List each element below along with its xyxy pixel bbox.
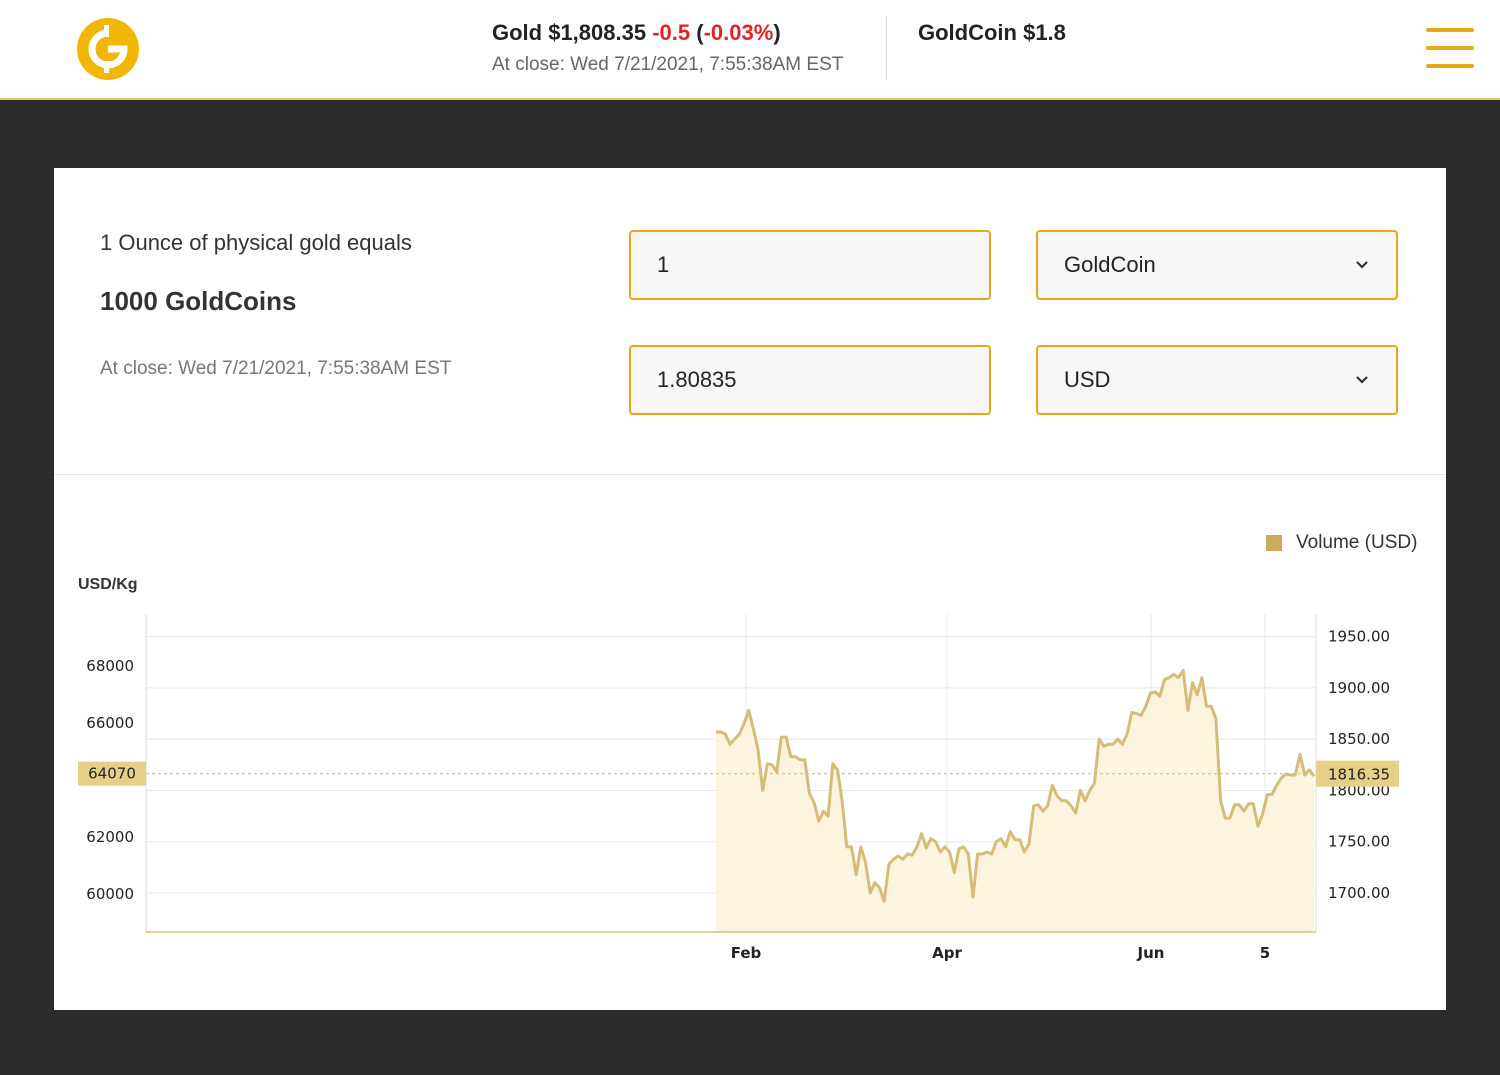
gold-change: -0.5: [652, 20, 691, 45]
gold-price: Gold $1,808.35: [492, 20, 647, 45]
legend-label: Volume (USD): [1296, 532, 1418, 553]
x-tick-label: Feb: [731, 944, 762, 962]
chevron-down-icon: [1356, 376, 1368, 384]
right-tick-label: 1950.00: [1328, 628, 1390, 646]
right-tick-label: 1700.00: [1328, 884, 1390, 902]
top-bar: Gold $1,808.35 -0.5 (-0.03%) At close: W…: [0, 0, 1500, 100]
chevron-down-icon: [1356, 261, 1368, 269]
converter-close-time: At close: Wed 7/21/2021, 7:55:38AM EST: [100, 358, 452, 379]
converter-value: 1000 GoldCoins: [100, 286, 297, 316]
currency-select-bottom[interactable]: USD: [1036, 345, 1398, 415]
header-divider: [886, 16, 887, 80]
x-tick-label: Apr: [932, 944, 962, 962]
right-tick-label: 1750.00: [1328, 833, 1390, 851]
amount-input-bottom[interactable]: 1.80835: [629, 345, 991, 415]
x-tick-label: 5: [1260, 944, 1270, 962]
currency-select-top-value: GoldCoin: [1064, 252, 1156, 277]
amount-input-top[interactable]: 1: [629, 230, 991, 300]
goldcoin-price: GoldCoin $1.8: [918, 20, 1066, 45]
hamburger-menu-icon[interactable]: [1426, 28, 1476, 70]
left-tick-label: 62000: [86, 828, 134, 846]
gold-ticker: Gold $1,808.35 -0.5 (-0.03%) At close: W…: [492, 20, 843, 76]
left-tick-label: 60000: [86, 885, 134, 903]
gold-close-time: At close: Wed 7/21/2021, 7:55:38AM EST: [492, 54, 844, 75]
currency-select-bottom-value: USD: [1064, 367, 1111, 392]
legend-swatch: [1266, 535, 1282, 551]
left-tick-label: 68000: [86, 657, 134, 675]
price-chart[interactable]: 1950.001900.001850.001800.001750.001700.…: [54, 598, 1446, 978]
left-marker-label: 64070: [88, 765, 136, 783]
currency-select-top[interactable]: GoldCoin: [1036, 230, 1398, 300]
left-tick-label: 66000: [86, 714, 134, 732]
left-axis-label: USD/Kg: [78, 576, 138, 593]
amount-input-bottom-value: 1.80835: [657, 367, 737, 392]
chart-legend[interactable]: Volume (USD): [1266, 532, 1417, 554]
converter-label: 1 Ounce of physical gold equals: [100, 230, 412, 255]
gold-change-percent: -0.03%: [703, 20, 774, 45]
right-tick-label: 1900.00: [1328, 679, 1390, 697]
amount-input-top-value: 1: [657, 252, 670, 277]
goldcoin-logo-icon[interactable]: [76, 17, 140, 81]
x-tick-label: Jun: [1137, 944, 1165, 962]
series-area: [716, 670, 1314, 932]
section-divider: [54, 474, 1446, 475]
converter-card: 1 Ounce of physical gold equals 1000 Gol…: [54, 168, 1446, 1010]
right-marker-label: 1816.35: [1328, 766, 1390, 784]
right-tick-label: 1850.00: [1328, 730, 1390, 748]
gold-price-line: Gold $1,808.35 -0.5 (-0.03%): [492, 20, 781, 45]
